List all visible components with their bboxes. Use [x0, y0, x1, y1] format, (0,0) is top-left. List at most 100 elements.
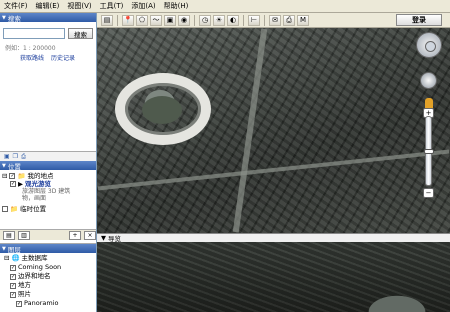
checkbox[interactable]: ✓ [10, 291, 16, 298]
layer-item[interactable]: ✓ 边界和地名 [4, 272, 92, 281]
placemark-icon[interactable]: 📍 [122, 14, 134, 26]
toolbar-separator [117, 14, 118, 26]
places-panel-header[interactable]: ▼ 位置 [0, 161, 96, 171]
remove-icon[interactable]: × [84, 230, 96, 240]
search-section: ▼ 搜索 搜索 例如：1 : 200000 获取路线 历史记录 [0, 13, 96, 151]
view-detail-icon[interactable]: ▥ [18, 230, 30, 240]
collapse-triangle-icon: ▼ [2, 245, 6, 252]
globe-icon: 🌐 [11, 254, 20, 262]
menu-bar: 文件(F) 编辑(E) 视图(V) 工具(T) 添加(A) 帮助(H) [0, 0, 450, 13]
menu-view[interactable]: 视图(V) [63, 1, 95, 11]
menu-file[interactable]: 文件(F) [0, 1, 32, 11]
folder-icon[interactable]: ▣ [4, 153, 10, 160]
places-section: ▣ ❐ ⎙ ▼ 位置 ⊟ ✓ 📁 我的地点 ✓ ▶ 观光游览 旅游图层 3D 建… [0, 151, 96, 240]
layers-panel-header[interactable]: ▼ 图层 [0, 244, 96, 254]
tree-item-desc: 旅游图层 3D 建筑物，画面 [22, 188, 71, 202]
print-icon[interactable]: ⎙ [21, 153, 26, 161]
toolbar-separator [194, 14, 195, 26]
menu-edit[interactable]: 编辑(E) [32, 1, 64, 11]
folder-icon: 📁 [10, 205, 19, 213]
copy-icon[interactable]: ❐ [13, 153, 18, 160]
tree-item-label: 临时位置 [20, 205, 47, 213]
add-icon[interactable]: + [69, 230, 81, 240]
road [232, 28, 268, 233]
tree-item-temporary[interactable]: 📁 临时位置 [2, 205, 94, 213]
look-around-control-icon[interactable] [416, 32, 442, 58]
layers-section: ▼ 图层 ⊟ 🌐 主数据库 ✓ Coming Soon ✓ 边界和地名 ✓ 地方 ✓ 照片 … [0, 243, 96, 312]
layer-item[interactable]: ✓ 地方 [4, 281, 92, 290]
layer-label: 照片 [18, 290, 31, 298]
collapse-triangle-icon: ▼ [2, 14, 6, 21]
tree-item-my-places[interactable]: ⊟ ✓ 📁 我的地点 [2, 172, 94, 180]
places-bottom-toolbar: ▤ ▥ + × [0, 229, 96, 240]
layer-label: 地方 [18, 281, 31, 289]
history-link[interactable]: 历史记录 [51, 53, 75, 62]
collapse-triangle-icon: ▼ [2, 162, 6, 169]
checkbox[interactable] [2, 206, 8, 212]
layer-item[interactable]: ✓ 照片 [4, 290, 92, 299]
search-input[interactable] [3, 28, 65, 39]
sun-icon[interactable]: ☀ [213, 14, 225, 26]
maps-icon[interactable]: M [297, 14, 309, 26]
directions-link[interactable]: 获取路线 [20, 53, 44, 62]
toolbar-separator [264, 14, 265, 26]
road [97, 149, 450, 191]
folder-icon: 📁 [17, 172, 26, 180]
polygon-icon[interactable]: ⬠ [136, 14, 148, 26]
search-panel-header[interactable]: ▼ 搜索 [0, 13, 96, 23]
layer-item[interactable]: ✓ Coming Soon [4, 263, 92, 272]
navigation-triangle-icon[interactable]: ▼ [101, 234, 106, 242]
layer-label: Coming Soon [18, 263, 62, 271]
overlay-icon[interactable]: ▣ [164, 14, 176, 26]
stadium-field [142, 96, 182, 124]
login-button[interactable]: 登录 [396, 14, 442, 26]
navigation-bar: ▼ 导览 [97, 233, 450, 243]
sidebar-toggle-icon[interactable]: ▤ [101, 14, 113, 26]
record-tour-icon[interactable]: ◉ [178, 14, 190, 26]
expand-icon[interactable]: ⊟ [4, 254, 9, 263]
email-icon[interactable]: ✉ [269, 14, 281, 26]
layers-list: ⊟ 🌐 主数据库 ✓ Coming Soon ✓ 边界和地名 ✓ 地方 ✓ 照片 ✓ Pano… [0, 253, 96, 309]
search-example: 例如：1 : 200000 [5, 45, 56, 52]
zoom-out-icon[interactable]: − [423, 188, 434, 198]
menu-tools[interactable]: 工具(T) [96, 1, 128, 11]
places-tree: ⊟ ✓ 📁 我的地点 ✓ ▶ 观光游览 旅游图层 3D 建筑物，画面 📁 临时位… [0, 170, 96, 215]
move-control-icon[interactable] [420, 72, 437, 89]
toolbar-separator [243, 14, 244, 26]
layer-item[interactable]: ✓ Panoramio [4, 299, 92, 308]
toolbar: ▤ 📍 ⬠ 〜 ▣ ◉ ◷ ☀ ◐ ⊢ ✉ ⎙ M 登录 [97, 13, 450, 28]
checkbox[interactable]: ✓ [10, 264, 16, 271]
tour-icon: ▶ [18, 180, 23, 188]
checkbox[interactable]: ✓ [9, 173, 16, 179]
places-panel-title: 位置 [7, 162, 21, 171]
layer-label: 边界和地名 [18, 272, 51, 280]
tree-item-label[interactable]: 观光游览 [25, 180, 51, 188]
sidebar: ▼ 搜索 搜索 例如：1 : 200000 获取路线 历史记录 ▣ ❐ ⎙ ▼ … [0, 13, 97, 312]
checkbox[interactable]: ✓ [10, 273, 16, 280]
search-row: 搜索 [3, 28, 93, 39]
menu-help[interactable]: 帮助(H) [160, 1, 193, 11]
tree-item-label: 我的地点 [27, 172, 54, 180]
layer-label: 主数据库 [21, 254, 48, 262]
zoom-slider-thumb[interactable] [424, 149, 434, 154]
zoom-slider[interactable] [424, 116, 434, 186]
search-panel-title: 搜索 [7, 14, 21, 23]
search-button[interactable]: 搜索 [68, 28, 93, 39]
ruler-icon[interactable]: ⊢ [248, 14, 260, 26]
checkbox[interactable]: ✓ [16, 300, 22, 307]
tree-item-sightseeing[interactable]: ✓ ▶ 观光游览 [2, 180, 94, 188]
expand-icon[interactable]: ⊟ [2, 172, 7, 180]
planets-icon[interactable]: ◐ [227, 14, 239, 26]
print-icon[interactable]: ⎙ [283, 14, 295, 26]
menu-add[interactable]: 添加(A) [127, 1, 159, 11]
historical-imagery-icon[interactable]: ◷ [199, 14, 211, 26]
lower-map-view[interactable] [97, 242, 450, 312]
checkbox[interactable]: ✓ [10, 282, 16, 289]
layers-panel-title: 图层 [7, 245, 21, 254]
view-list-icon[interactable]: ▤ [3, 230, 15, 240]
path-icon[interactable]: 〜 [150, 14, 162, 26]
layer-item[interactable]: ⊟ 🌐 主数据库 [4, 254, 92, 263]
checkbox[interactable]: ✓ [10, 181, 16, 187]
layer-label: Panoramio [24, 299, 59, 307]
map-view[interactable]: + − [97, 28, 450, 233]
